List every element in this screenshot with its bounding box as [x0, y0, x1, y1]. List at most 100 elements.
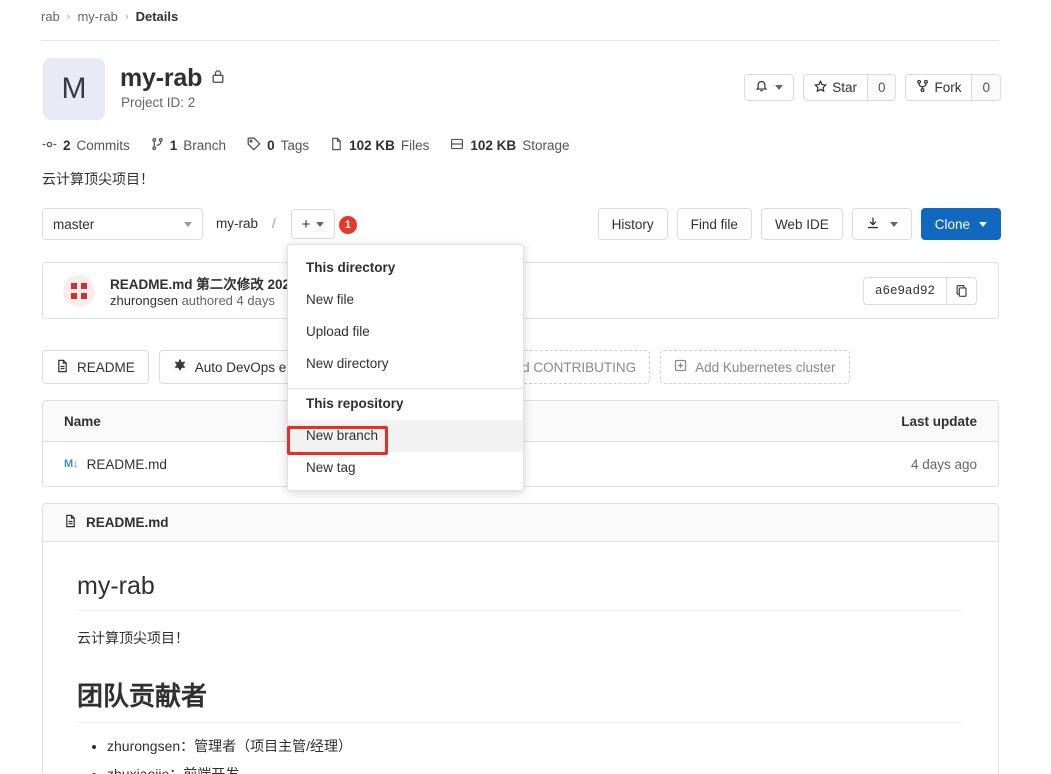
file-name-cell[interactable]: M↓ README.md — [64, 457, 167, 472]
breadcrumb-current: Details — [135, 9, 179, 24]
readme-paragraph: 云计算顶尖项目！ — [77, 630, 189, 646]
stat-storage-label: Storage — [522, 138, 570, 153]
breadcrumb-separator-icon: › — [66, 10, 71, 23]
list-item: zhuxiaojie：前端开发 — [107, 764, 964, 774]
page-title: my-rab — [120, 64, 225, 93]
stat-tags-value: 0 — [267, 138, 275, 153]
star-label: Star — [832, 80, 857, 95]
branch-selector[interactable]: master — [42, 208, 203, 240]
dropdown-item-new-directory[interactable]: New directory — [288, 348, 523, 380]
stat-storage: 102 KB Storage — [450, 137, 569, 154]
star-count: 0 — [867, 74, 897, 101]
avatar — [63, 275, 95, 307]
tag-icon — [247, 137, 261, 154]
find-file-button[interactable]: Find file — [676, 208, 752, 240]
path-separator: / — [272, 216, 276, 231]
file-icon — [330, 137, 343, 154]
add-kubernetes-chip-label: Add Kubernetes cluster — [695, 359, 836, 375]
stat-tags[interactable]: 0 Tags — [247, 137, 309, 154]
dropdown-section-header-this-directory: This directory — [306, 260, 396, 275]
markdown-icon: M↓ — [64, 458, 78, 470]
clone-button[interactable]: Clone — [920, 208, 1001, 240]
file-last-update: 4 days ago — [910, 456, 977, 472]
star-icon — [814, 79, 828, 96]
web-ide-button[interactable]: Web IDE — [760, 208, 843, 240]
breadcrumb-project[interactable]: my-rab — [77, 9, 117, 24]
download-icon — [866, 216, 880, 233]
history-button[interactable]: History — [597, 208, 668, 240]
stat-branches[interactable]: 1 Branch — [151, 137, 226, 154]
file-text-icon — [56, 359, 69, 376]
lock-icon — [211, 69, 225, 89]
plus-square-icon — [674, 359, 687, 375]
commit-author[interactable]: zhurongsen — [110, 293, 178, 308]
star-button[interactable]: Star — [803, 74, 868, 101]
stat-storage-value: 102 KB — [470, 138, 517, 153]
add-to-repo-dropdown-menu: This directory New file Upload file New … — [287, 244, 524, 491]
stat-tags-label: Tags — [280, 138, 310, 153]
stat-files-value: 102 KB — [349, 138, 395, 153]
gitlab-project-details-page: rab › my-rab › Details M my-rab Project … — [0, 0, 1051, 774]
commit-message[interactable]: README.md 第二次修改 202 — [110, 273, 290, 293]
bell-icon — [755, 79, 768, 96]
file-name-label: README.md — [86, 456, 167, 472]
chevron-down-icon — [184, 221, 192, 227]
readme-heading-1: my-rab — [77, 572, 964, 611]
dropdown-item-new-file[interactable]: New file — [288, 284, 523, 316]
stat-files: 102 KB Files — [330, 137, 429, 154]
project-description: 云计算顶尖项目！ — [42, 171, 154, 187]
readme-contributor-list: zhurongsen：管理者（项目主管/经理） zhuxiaojie：前端开发 — [77, 736, 964, 774]
readme-panel-title: README.md — [86, 515, 169, 530]
star-button-group[interactable]: Star 0 — [803, 74, 897, 101]
add-to-repo-dropdown-button[interactable]: + — [291, 209, 335, 239]
fork-button-group[interactable]: Fork 0 — [905, 74, 1001, 101]
dropdown-item-new-branch[interactable]: New branch — [288, 420, 523, 452]
commit-sha-group: a6e9ad92 — [862, 277, 977, 305]
project-name: my-rab — [120, 64, 203, 92]
download-dropdown-button[interactable] — [851, 208, 912, 240]
stat-branches-value: 1 — [169, 138, 178, 153]
chevron-down-icon — [775, 85, 784, 90]
list-item: zhurongsen：管理者（项目主管/经理） — [107, 736, 964, 756]
readme-chip[interactable]: README — [42, 350, 149, 384]
fork-count: 0 — [972, 74, 1001, 101]
copy-icon[interactable] — [947, 277, 977, 305]
commit-sha[interactable]: a6e9ad92 — [862, 277, 947, 305]
fork-label: Fork — [934, 80, 962, 95]
branch-selected-label: master — [53, 216, 95, 232]
commit-icon — [42, 138, 57, 154]
column-header-last-update: Last update — [901, 413, 977, 429]
dropdown-item-new-tag[interactable]: New tag — [288, 452, 523, 484]
project-avatar: M — [43, 58, 105, 120]
auto-devops-chip-label: Auto DevOps ena — [194, 359, 302, 375]
dropdown-item-upload-file[interactable]: Upload file — [288, 316, 523, 348]
chevron-down-icon — [889, 221, 898, 227]
dropdown-section-header-this-repository: This repository — [306, 396, 404, 411]
header-actions: Star 0 Fork 0 — [744, 74, 1001, 101]
readme-panel-header: README.md — [43, 504, 998, 542]
notification-dropdown-button[interactable] — [744, 74, 795, 101]
fork-button[interactable]: Fork — [905, 74, 973, 101]
breadcrumb-separator-icon: › — [124, 10, 129, 23]
add-contributing-chip-label: Add CONTRIBUTING — [505, 359, 637, 375]
project-stats: 2 Commits 1 Branch 0 Tags 102 KB Files 1… — [42, 137, 569, 154]
add-kubernetes-cluster-chip[interactable]: Add Kubernetes cluster — [660, 350, 850, 384]
readme-panel: README.md my-rab 云计算顶尖项目！ 团队贡献者 zhurongs… — [42, 503, 999, 774]
project-id-label: Project ID: 2 — [121, 95, 196, 110]
breadcrumb: rab › my-rab › Details — [41, 9, 178, 24]
header-divider — [41, 40, 999, 41]
path-root-label[interactable]: my-rab — [216, 216, 258, 231]
breadcrumb-group[interactable]: rab — [41, 9, 60, 24]
stat-files-label: Files — [400, 138, 430, 153]
stat-commits[interactable]: 2 Commits — [42, 138, 130, 154]
stat-commits-value: 2 — [63, 138, 71, 153]
readme-heading-2: 团队贡献者 — [77, 676, 964, 723]
file-text-icon — [64, 514, 77, 531]
branch-icon — [151, 137, 164, 154]
commit-authored-text: authored 4 days — [181, 293, 275, 308]
repo-toolbar-actions: History Find file Web IDE Clone — [597, 208, 1001, 240]
storage-icon — [450, 137, 464, 154]
annotation-badge: 1 — [339, 216, 357, 234]
readme-chip-label: README — [77, 359, 135, 375]
chevron-down-icon — [979, 221, 987, 227]
